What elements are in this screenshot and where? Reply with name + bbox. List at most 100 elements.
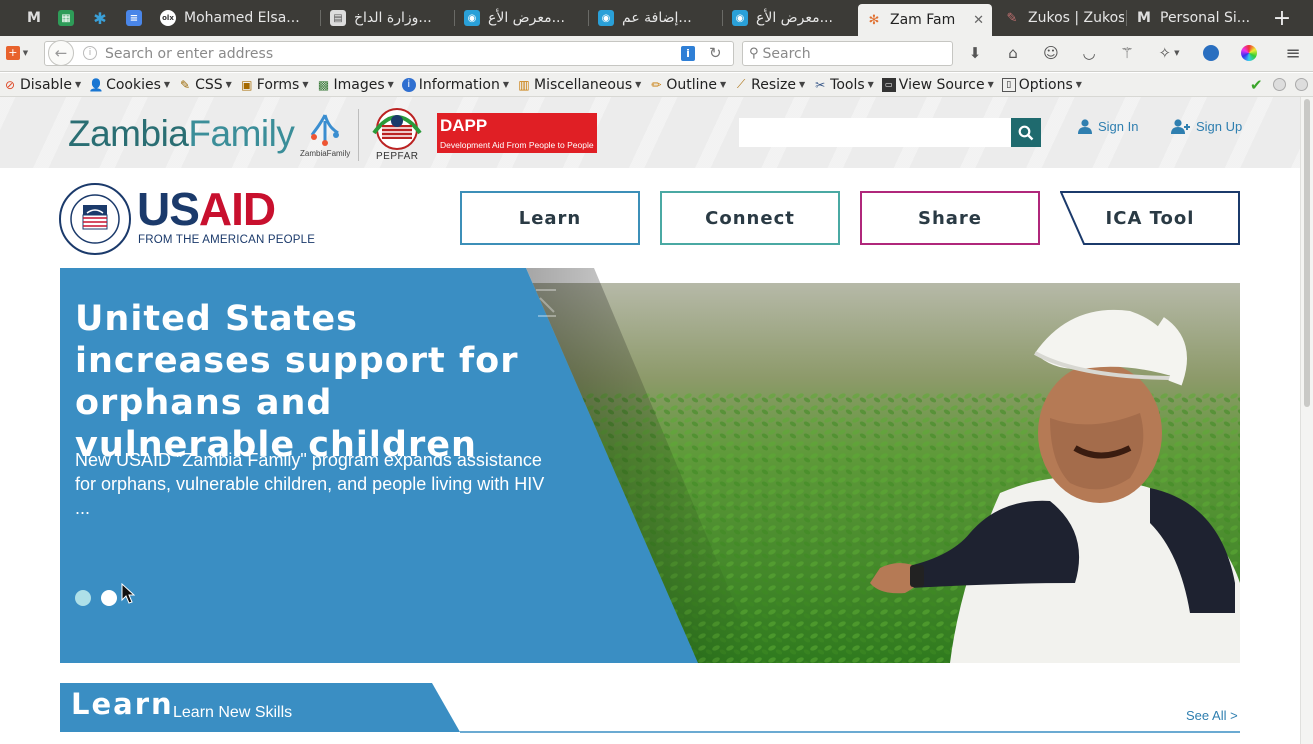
dev-menu-view-source[interactable]: ▭ View Source ▼ bbox=[881, 77, 994, 93]
dev-menu-label: Tools bbox=[830, 76, 865, 93]
wand-button[interactable]: ⚚ bbox=[1116, 42, 1138, 64]
dev-menu-information[interactable]: i Information ▼ bbox=[401, 77, 509, 93]
emoji-button[interactable]: ☺ bbox=[1040, 42, 1062, 64]
connect-button[interactable]: Connect bbox=[660, 191, 840, 245]
tab-docs[interactable]: ≡ bbox=[118, 4, 148, 32]
carousel-dot-1[interactable] bbox=[75, 590, 91, 606]
tab-zukos[interactable]: ✎ Zukos | Zukos bbox=[996, 4, 1124, 32]
see-all-link[interactable]: See All > bbox=[1186, 708, 1238, 723]
hero-carousel[interactable]: United States increases support for orph… bbox=[60, 268, 1240, 663]
tab-mohamed[interactable]: olx Mohamed Elsa... bbox=[152, 4, 318, 32]
addon-menu-button[interactable]: + ▼ bbox=[2, 42, 32, 64]
chevron-down-icon: ▼ bbox=[635, 80, 642, 89]
dev-menu-tools[interactable]: ✂ Tools ▼ bbox=[813, 77, 874, 93]
tab-add-work[interactable]: ◉ إضافة عم... bbox=[590, 4, 718, 32]
status-dot-icon[interactable] bbox=[1295, 78, 1308, 91]
dev-menu-label: Outline bbox=[666, 76, 717, 93]
dev-menu-miscellaneous[interactable]: ▥ Miscellaneous ▼ bbox=[517, 77, 641, 93]
miscellaneous-icon: ▥ bbox=[518, 77, 530, 92]
downloads-button[interactable]: ⬇ bbox=[964, 42, 986, 64]
tab-personal[interactable]: M Personal Si... bbox=[1128, 4, 1262, 32]
dev-menu-resize[interactable]: ⟋ Resize ▼ bbox=[734, 77, 805, 93]
page-scrollbar[interactable] bbox=[1300, 97, 1313, 744]
tab-separator bbox=[454, 10, 455, 26]
gmail-icon: M bbox=[1137, 10, 1151, 26]
tab-exhibition-1[interactable]: ◉ معرض الأع... bbox=[456, 4, 584, 32]
disable-icon: ⊘ bbox=[4, 77, 16, 92]
page-info-icon[interactable]: i bbox=[681, 46, 695, 61]
dev-menu-forms[interactable]: ▣ Forms ▼ bbox=[240, 77, 308, 93]
dev-menu-options[interactable]: ▯ Options ▼ bbox=[1001, 77, 1082, 93]
sign-up-link[interactable]: Sign Up bbox=[1171, 119, 1242, 134]
dapp-subtitle: Development Aid From People to People bbox=[440, 140, 594, 150]
back-button[interactable]: ← bbox=[48, 40, 74, 66]
tab-asterisk[interactable]: ✱ bbox=[84, 4, 114, 32]
menu-icon: ≡ bbox=[1285, 42, 1301, 64]
hamburger-menu-button[interactable]: ≡ bbox=[1282, 42, 1304, 64]
browser-search-box[interactable]: ⚲ bbox=[742, 41, 953, 66]
search-icon: ⚲ bbox=[749, 46, 759, 61]
chevron-down-icon: ▼ bbox=[387, 80, 394, 89]
dev-menu-cookies[interactable]: 👤 Cookies ▼ bbox=[89, 77, 170, 93]
home-button[interactable]: ⌂ bbox=[1002, 42, 1024, 64]
dapp-logo[interactable]: DAPP Development Aid From People to Peop… bbox=[437, 113, 597, 153]
logo-part-family: Family bbox=[188, 113, 295, 154]
dev-menu-label: Miscellaneous bbox=[534, 76, 633, 93]
dev-menu-label: Resize bbox=[751, 76, 796, 93]
circle-app-icon: ◉ bbox=[732, 10, 748, 26]
chevron-down-icon: ▼ bbox=[987, 80, 994, 89]
dev-menu-label: Disable bbox=[20, 76, 72, 93]
tab-separator bbox=[588, 10, 589, 26]
dev-menu-outline[interactable]: ✏ Outline ▼ bbox=[649, 77, 726, 93]
globe-addon-button[interactable] bbox=[1200, 42, 1222, 64]
tab-label: معرض الأع... bbox=[756, 10, 833, 26]
circle-app-icon: ◉ bbox=[464, 10, 480, 26]
tab-ministry[interactable]: ▤ وزارة الداخ... bbox=[322, 4, 450, 32]
sign-in-link[interactable]: Sign In bbox=[1078, 119, 1138, 134]
ica-tool-button[interactable]: ICA Tool bbox=[1060, 191, 1240, 245]
web-developer-toolbar: ⊘ Disable ▼ 👤 Cookies ▼ ✎ CSS ▼ ▣ Forms ▼ ▩ Image… bbox=[0, 73, 1313, 97]
dev-menu-disable[interactable]: ⊘ Disable ▼ bbox=[3, 77, 81, 93]
olx-icon: olx bbox=[160, 10, 176, 26]
address-input[interactable] bbox=[105, 42, 685, 65]
color-picker-button[interactable] bbox=[1238, 42, 1260, 64]
usaid-logo[interactable]: USAID bbox=[137, 186, 276, 232]
zambia-family-logo[interactable]: ZambiaFamily bbox=[68, 113, 295, 155]
pepfar-emblem-icon bbox=[372, 108, 422, 150]
tab-exhibition-2[interactable]: ◉ معرض الأع... bbox=[724, 4, 852, 32]
site-search-input[interactable] bbox=[739, 118, 1011, 147]
dev-menu-css[interactable]: ✎ CSS ▼ bbox=[178, 77, 232, 93]
add-user-icon bbox=[1171, 119, 1190, 134]
pepfar-label: PEPFAR bbox=[376, 151, 419, 162]
tab-zam-fam[interactable]: ✻ Zam Fam ✕ bbox=[858, 4, 992, 36]
document-icon: ▤ bbox=[330, 10, 346, 26]
wand-icon: ⚚ bbox=[1120, 44, 1134, 62]
chevron-down-icon: ▼ bbox=[798, 80, 806, 89]
close-tab-icon[interactable]: ✕ bbox=[973, 13, 984, 28]
dev-menu-images[interactable]: ▩ Images ▼ bbox=[317, 77, 394, 93]
extensions-button[interactable]: ✧ ▼ bbox=[1152, 42, 1186, 64]
pocket-button[interactable]: ◡ bbox=[1078, 42, 1100, 64]
header-divider bbox=[358, 109, 359, 161]
hero-headline[interactable]: United States increases support for orph… bbox=[75, 298, 565, 466]
section-subtitle: Learn New Skills bbox=[173, 704, 293, 721]
status-dot-icon[interactable] bbox=[1273, 78, 1286, 91]
checkmark-icon[interactable]: ✔ bbox=[1250, 76, 1263, 94]
tab-label: وزارة الداخ... bbox=[354, 10, 432, 26]
learn-button[interactable]: Learn bbox=[460, 191, 640, 245]
forms-icon: ▣ bbox=[241, 77, 253, 92]
carousel-dot-2[interactable] bbox=[101, 590, 117, 606]
reload-icon[interactable]: ↻ bbox=[709, 44, 722, 62]
address-bar[interactable]: i i ↻ bbox=[44, 41, 734, 66]
section-title: Learn bbox=[71, 687, 174, 721]
smiley-icon: ☺ bbox=[1043, 44, 1059, 62]
tab-sheets[interactable]: ▦ bbox=[50, 4, 80, 32]
mouse-cursor-icon bbox=[121, 583, 135, 604]
tab-gmail[interactable]: M bbox=[18, 4, 48, 32]
new-tab-button[interactable]: + bbox=[1266, 4, 1298, 32]
site-search-button[interactable] bbox=[1011, 118, 1041, 147]
ica-tool-label: ICA Tool bbox=[1105, 207, 1195, 229]
scrollbar-thumb[interactable] bbox=[1304, 99, 1310, 407]
browser-search-input[interactable] bbox=[762, 42, 943, 65]
share-button[interactable]: Share bbox=[860, 191, 1040, 245]
